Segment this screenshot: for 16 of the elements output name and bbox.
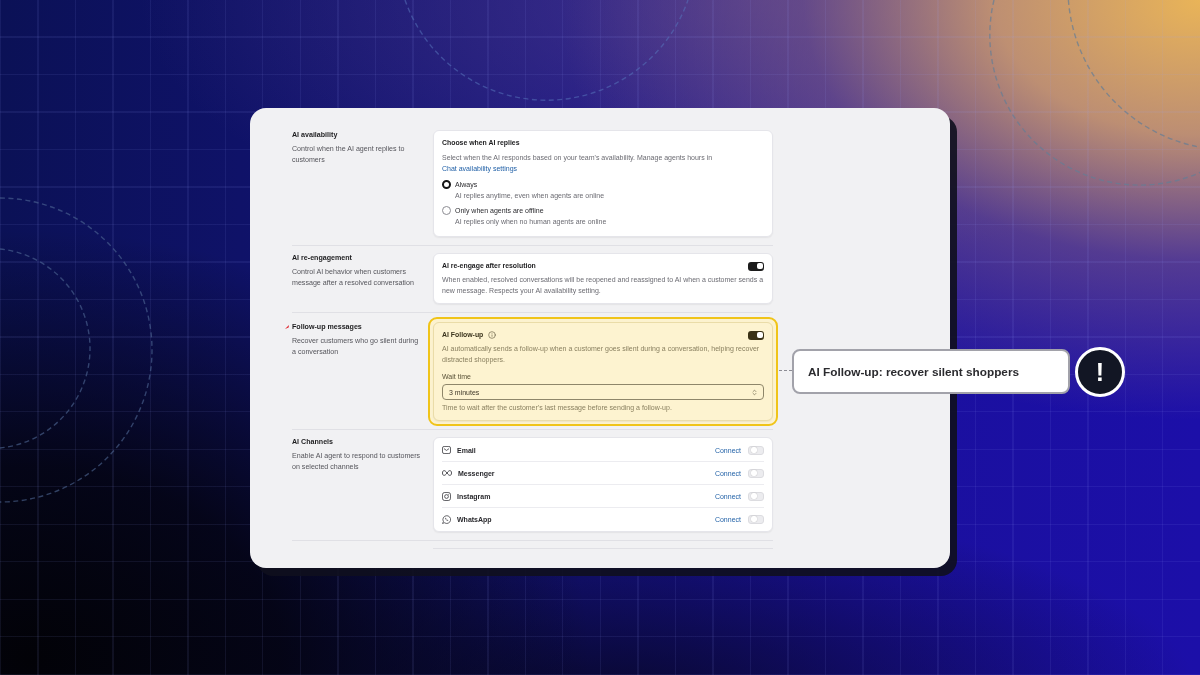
toggle-switch[interactable]	[748, 514, 764, 524]
info-icon[interactable]	[488, 331, 497, 339]
radio-button[interactable]	[442, 206, 451, 215]
toggle-switch[interactable]	[748, 468, 764, 478]
toggle-switch[interactable]	[748, 261, 764, 271]
radio-button[interactable]	[442, 180, 451, 189]
infinity-icon	[442, 470, 452, 476]
chevrons-icon	[751, 388, 758, 396]
toggle-switch[interactable]	[748, 445, 764, 455]
alert-badge: !	[1075, 347, 1125, 397]
envelope-icon	[442, 446, 451, 454]
camera-icon	[442, 491, 451, 501]
toggle-switch[interactable]	[748, 491, 764, 501]
chat-bubble-icon	[442, 514, 451, 524]
callout-label: AI Follow-up: recover silent shoppers	[792, 349, 1070, 394]
toggle-switch[interactable]	[748, 330, 764, 340]
